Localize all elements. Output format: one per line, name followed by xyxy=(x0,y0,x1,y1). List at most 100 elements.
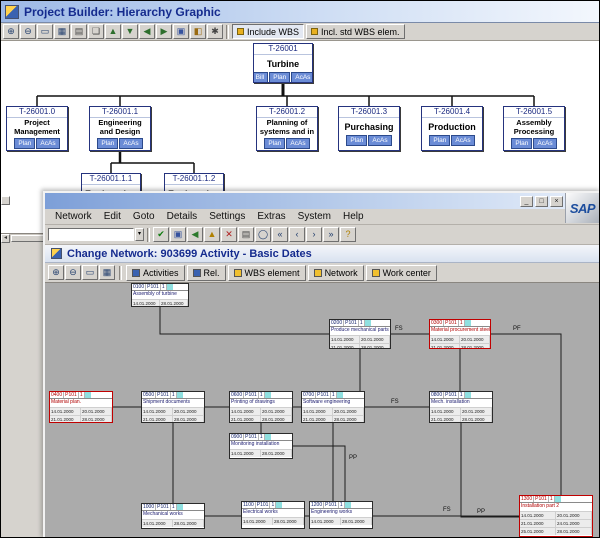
find-icon[interactable]: ◯ xyxy=(255,227,271,242)
button-network[interactable]: Network xyxy=(307,264,364,281)
wbs-node[interactable]: T-26001.3 Purchasing Plan AcAs xyxy=(338,106,400,151)
node-button-acas[interactable]: AcAs xyxy=(451,135,475,146)
wbs-node[interactable]: T-26001.5 Assembly Processing Plan AcAs xyxy=(503,106,565,151)
activity-box[interactable]: 0400 P101 1 Material plan. 14.01.2000 20.01.2… xyxy=(49,391,113,423)
project-builder-titlebar[interactable]: Project Builder: Hierarchy Graphic xyxy=(1,1,599,23)
wbs-node[interactable]: T-26001.2 Planning of systems and in Plan A… xyxy=(256,106,318,151)
activity-box[interactable]: 0600 P101 1 Printing of drawings 14.01.2000 2… xyxy=(229,391,293,423)
sap-window-titlebar[interactable]: _ □ × xyxy=(45,193,599,209)
button-work-center[interactable]: Work center xyxy=(365,264,437,281)
toggle-incl-std-wbs-elem-[interactable]: Incl. std WBS elem. xyxy=(306,24,405,39)
scroll-left-button[interactable]: ◂ xyxy=(1,234,10,243)
zoom-in-icon[interactable]: ⊕ xyxy=(48,265,64,280)
wbs-node[interactable]: T-26001.1 Engineering and Design Plan AcAs xyxy=(89,106,151,151)
sap-title-strip: Change Network: 903699 Activity - Basic … xyxy=(45,245,599,263)
zoom-out-icon[interactable]: ⊖ xyxy=(20,24,36,39)
menu-goto[interactable]: Goto xyxy=(127,210,161,223)
zoom-out-icon[interactable]: ⊖ xyxy=(65,265,81,280)
exit-icon[interactable]: ▲ xyxy=(204,227,220,242)
node-button-bill[interactable]: Bill xyxy=(254,72,269,82)
next-page-icon[interactable]: › xyxy=(306,227,322,242)
activity-box[interactable]: 1000 P101 1 Mechanical works 14.01.2000 28.01… xyxy=(141,503,205,529)
activity-box[interactable]: 0700 P101 1 Software engineering 14.01.2000 2… xyxy=(301,391,365,423)
node-button-plan[interactable]: Plan xyxy=(97,138,119,149)
restore-button[interactable]: □ xyxy=(535,195,548,207)
node-button-plan[interactable]: Plan xyxy=(14,138,36,149)
node-button-acas[interactable]: AcAs xyxy=(291,72,312,82)
activity-dates-row: 14.01.2000 28.01.2000 xyxy=(310,517,372,525)
connector-line xyxy=(491,333,562,495)
scroll-button[interactable] xyxy=(1,196,10,205)
fit-view-icon[interactable]: ▭ xyxy=(82,265,98,280)
cancel-icon[interactable]: ✕ xyxy=(221,227,237,242)
wbs-node-id: T-26001.0 xyxy=(7,107,67,118)
activity-date-cell: 14.01.2000 xyxy=(430,408,461,415)
toggle-include-wbs[interactable]: Include WBS xyxy=(232,24,305,39)
activity-dates-row: 14.01.2000 20.01.2000 xyxy=(302,407,364,415)
status-cell xyxy=(554,496,561,502)
help-icon[interactable]: ? xyxy=(340,227,356,242)
fit-page-icon[interactable]: ▭ xyxy=(37,24,53,39)
back-icon[interactable]: ◀ xyxy=(187,227,203,242)
button-wbs-element[interactable]: WBS element xyxy=(227,264,306,281)
wbs-node[interactable]: T-26001.4 Production Plan AcAs xyxy=(421,106,483,151)
activity-description: Printing of drawings xyxy=(231,399,275,405)
node-button-plan[interactable]: Plan xyxy=(429,135,451,146)
navigate-left-icon[interactable]: ◀ xyxy=(139,24,155,39)
last-page-icon[interactable]: » xyxy=(323,227,339,242)
menu-details[interactable]: Details xyxy=(161,210,204,223)
activity-box[interactable]: 0100 P101 1 Assembly of turbine 14.01.2000 28… xyxy=(131,283,189,307)
first-page-icon[interactable]: « xyxy=(272,227,288,242)
enter-icon[interactable]: ✔ xyxy=(153,227,169,242)
color-legend-icon[interactable]: ◧ xyxy=(190,24,206,39)
activity-box[interactable]: 0300 P101 1 Material procurement steel 14.01… xyxy=(429,319,491,349)
command-dropdown-icon[interactable]: ▾ xyxy=(135,228,144,241)
layout-icon[interactable]: ▣ xyxy=(173,24,189,39)
print-icon[interactable]: ▤ xyxy=(71,24,87,39)
zoom-in-icon[interactable]: ⊕ xyxy=(3,24,19,39)
previous-page-icon[interactable]: ‹ xyxy=(289,227,305,242)
network-graphic-canvas[interactable]: FS PF FS PP PP FS 0100 P101 1 Assembly of turbin… xyxy=(45,283,599,537)
activity-box[interactable]: 1300 P101 1 Installation part 2 14.01.2000 20… xyxy=(519,495,593,537)
menu-system[interactable]: System xyxy=(292,210,337,223)
menu-edit[interactable]: Edit xyxy=(98,210,127,223)
button-rel-[interactable]: Rel. xyxy=(186,264,226,281)
node-button-acas[interactable]: AcAs xyxy=(36,138,60,149)
activity-dates-row: 21.01.2000 28.01.2000 xyxy=(230,415,292,422)
print-icon[interactable]: ▤ xyxy=(238,227,254,242)
node-button-acas[interactable]: AcAs xyxy=(286,138,310,149)
node-button-acas[interactable]: AcAs xyxy=(368,135,392,146)
overview-icon[interactable]: ▦ xyxy=(99,265,115,280)
activity-box[interactable]: 0500 P101 1 Shipment documents 14.01.2000 20.… xyxy=(141,391,205,423)
button-label: Network xyxy=(324,267,358,278)
wbs-node[interactable]: T-26001 Turbine Bill Plan AcAs xyxy=(253,43,313,83)
navigate-up-icon[interactable]: ▲ xyxy=(105,24,121,39)
node-button-plan[interactable]: Plan xyxy=(269,72,291,82)
activity-date-cell: 24.01.2000 xyxy=(556,520,592,527)
node-button-acas[interactable]: AcAs xyxy=(533,138,557,149)
activity-box[interactable]: 0200 P101 1 Produce mechanical parts 14.01.2… xyxy=(329,319,391,349)
activity-box[interactable]: 1100 P101 1 Electrical works 14.01.2000 28.01… xyxy=(241,501,305,529)
close-button[interactable]: × xyxy=(550,195,563,207)
menu-network[interactable]: Network xyxy=(49,210,98,223)
menu-extras[interactable]: Extras xyxy=(251,210,291,223)
overview-icon[interactable]: ▦ xyxy=(54,24,70,39)
node-button-plan[interactable]: Plan xyxy=(264,138,286,149)
node-button-plan[interactable]: Plan xyxy=(511,138,533,149)
save-icon[interactable]: ▣ xyxy=(170,227,186,242)
wbs-node[interactable]: T-26001.0 Project Management Plan AcAs xyxy=(6,106,68,151)
activity-box[interactable]: 0900 P101 1 Monitoring installation 14.01.20… xyxy=(229,433,293,459)
settings-icon[interactable]: ✱ xyxy=(207,24,223,39)
minimize-button[interactable]: _ xyxy=(520,195,533,207)
activity-box[interactable]: 1200 P101 1 Engineering works 14.01.2000 28.0… xyxy=(309,501,373,529)
button-activities[interactable]: Activities xyxy=(126,264,185,281)
copy-icon[interactable]: ❏ xyxy=(88,24,104,39)
navigate-right-icon[interactable]: ▶ xyxy=(156,24,172,39)
menu-settings[interactable]: Settings xyxy=(203,210,251,223)
navigate-down-icon[interactable]: ▼ xyxy=(122,24,138,39)
activity-box[interactable]: 0800 P101 1 Mech. installation 14.01.2000 20.… xyxy=(429,391,493,423)
node-button-plan[interactable]: Plan xyxy=(346,135,368,146)
command-field[interactable] xyxy=(48,228,134,241)
menu-help[interactable]: Help xyxy=(337,210,370,223)
node-button-acas[interactable]: AcAs xyxy=(119,138,143,149)
